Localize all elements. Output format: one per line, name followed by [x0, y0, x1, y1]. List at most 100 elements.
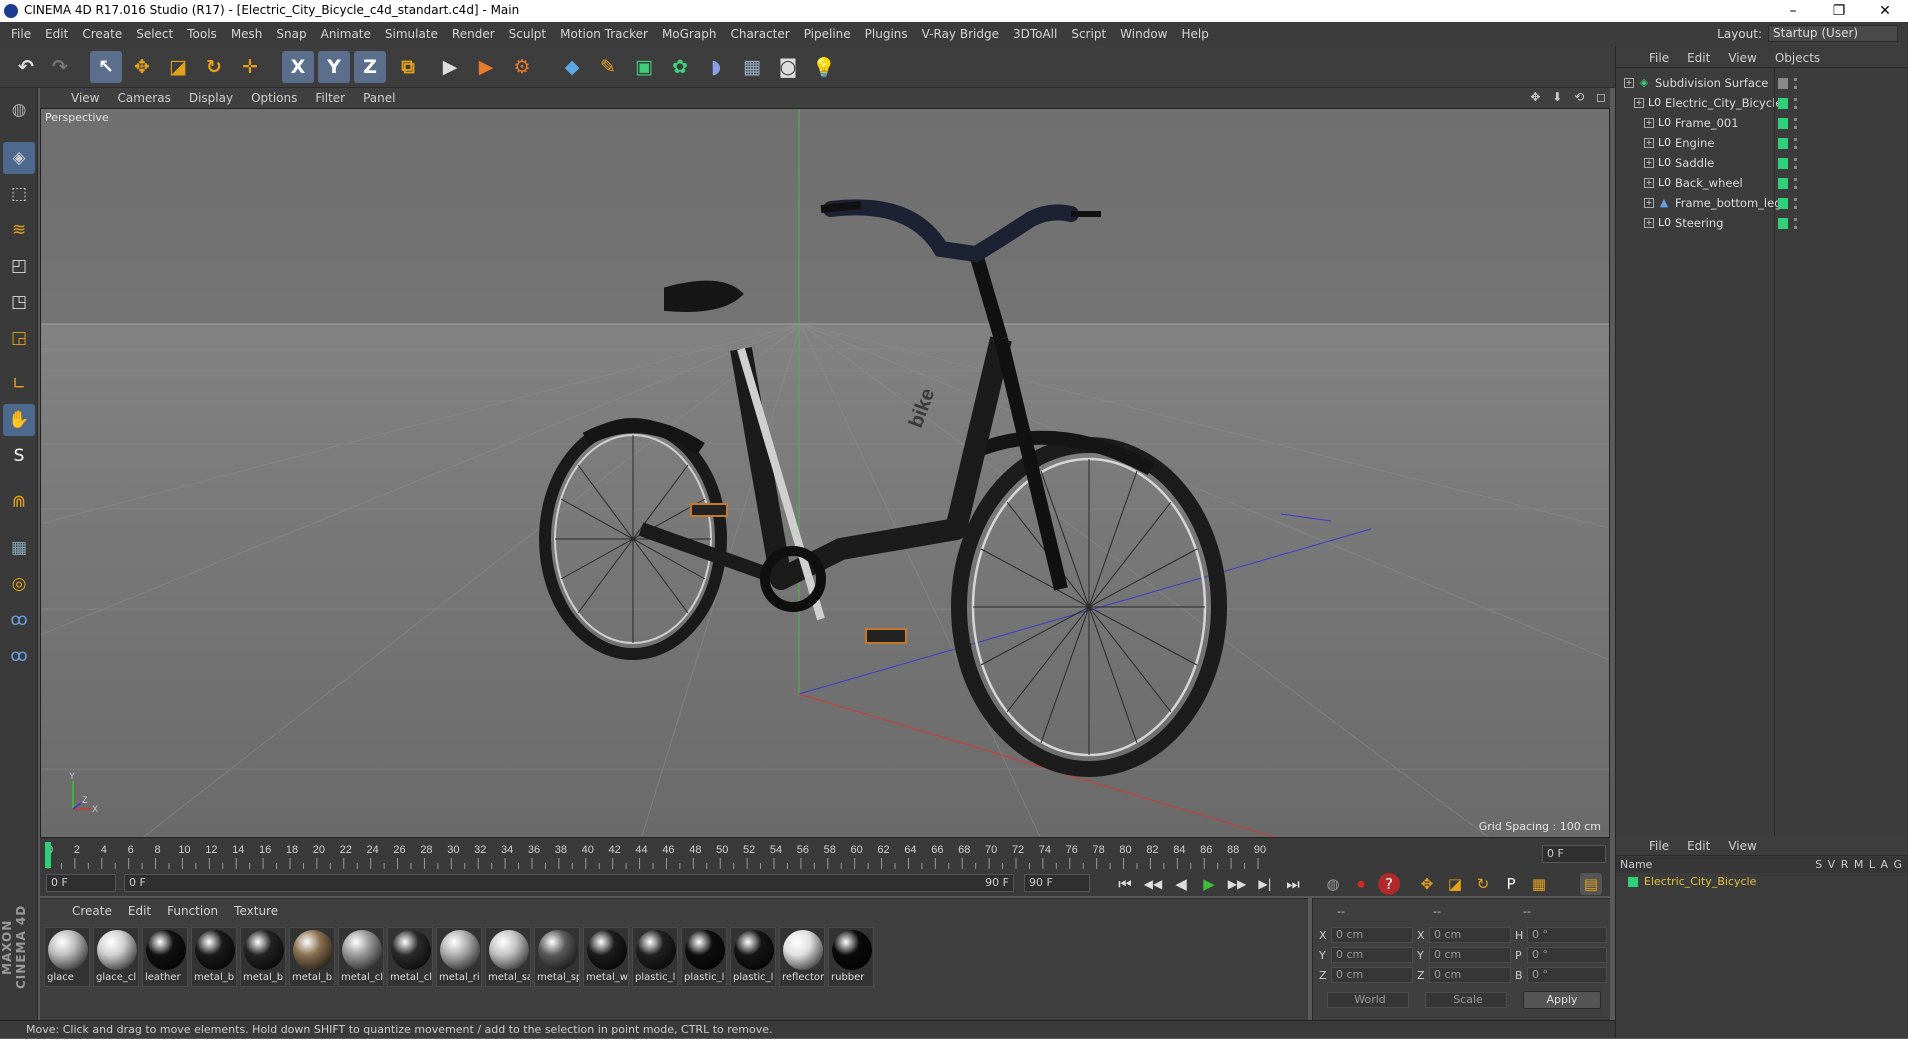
solo-mode-icon[interactable]: S: [3, 440, 35, 472]
select-tool-button[interactable]: ↖: [90, 51, 122, 83]
viewport-menu-view[interactable]: View: [62, 91, 108, 105]
step-forward-button[interactable]: ▶▶: [1226, 873, 1248, 895]
camera-icon[interactable]: ◙: [772, 51, 804, 83]
position-z-field[interactable]: 0 cm: [1331, 967, 1413, 983]
expand-icon[interactable]: +: [1634, 98, 1644, 108]
menu-render[interactable]: Render: [445, 27, 502, 41]
visibility-toggle[interactable]: [1778, 218, 1788, 229]
z-axis-button[interactable]: Z: [354, 51, 386, 83]
expand-icon[interactable]: +: [1644, 118, 1654, 128]
material-swatch[interactable]: plastic_l: [681, 927, 727, 987]
expand-icon[interactable]: +: [1644, 218, 1654, 228]
menu-help[interactable]: Help: [1174, 27, 1215, 41]
cube-icon[interactable]: ◆: [556, 51, 588, 83]
material-swatch[interactable]: metal_ri: [436, 927, 482, 987]
locked-workplane-icon[interactable]: ◎: [3, 568, 35, 600]
key-param-icon[interactable]: P: [1500, 873, 1522, 895]
expand-icon[interactable]: +: [1644, 138, 1654, 148]
close-button[interactable]: ✕: [1862, 0, 1908, 22]
object-tree-item[interactable]: + ▲ Frame_bottom_leg: [1644, 194, 1782, 212]
menu-plugins[interactable]: Plugins: [858, 27, 915, 41]
material-swatch[interactable]: metal_w: [583, 927, 629, 987]
menu-character[interactable]: Character: [723, 27, 796, 41]
key-pla-icon[interactable]: ▦: [1528, 873, 1550, 895]
editor-render-dots[interactable]: [1794, 158, 1797, 169]
keyframe-help-icon[interactable]: ?: [1378, 873, 1400, 895]
timeline-ruler[interactable]: 0246810121416182022242628303234363840424…: [40, 838, 1610, 870]
menu-window[interactable]: Window: [1113, 27, 1174, 41]
object-tree-item[interactable]: + L0 Steering: [1644, 214, 1723, 232]
material-swatch[interactable]: metal_sa: [485, 927, 531, 987]
object-tree-item[interactable]: + ◈ Subdivision Surface: [1624, 74, 1768, 92]
transform-tool-button[interactable]: ✛: [234, 51, 266, 83]
rotate-tool-button[interactable]: ↻: [198, 51, 230, 83]
timeline-layout-icon[interactable]: ▤: [1580, 873, 1602, 895]
menu-motion-tracker[interactable]: Motion Tracker: [553, 27, 655, 41]
render-picture-viewer-button[interactable]: ▶: [470, 51, 502, 83]
key-rotation-icon[interactable]: ↻: [1472, 873, 1494, 895]
menu-script[interactable]: Script: [1064, 27, 1113, 41]
editor-render-dots[interactable]: [1794, 178, 1797, 189]
viewport-menu-panel[interactable]: Panel: [354, 91, 404, 105]
objects-menu-objects[interactable]: Objects: [1766, 51, 1829, 65]
size-y-field[interactable]: 0 cm: [1429, 947, 1511, 963]
material-menu-edit[interactable]: Edit: [120, 901, 159, 921]
goto-end-button[interactable]: ⏭: [1282, 873, 1304, 895]
expand-icon[interactable]: +: [1644, 178, 1654, 188]
menu-edit[interactable]: Edit: [38, 27, 75, 41]
visibility-toggle[interactable]: [1778, 178, 1788, 189]
objects-menu-view[interactable]: View: [1719, 51, 1765, 65]
redo-button[interactable]: ↷: [44, 51, 76, 83]
minimize-button[interactable]: –: [1770, 0, 1816, 22]
mograph-cloner-icon[interactable]: ✿: [664, 51, 696, 83]
material-swatch[interactable]: metal_b: [191, 927, 237, 987]
rotation-b-field[interactable]: 0 °: [1527, 967, 1607, 983]
menu-3dtoall[interactable]: 3DToAll: [1006, 27, 1064, 41]
material-swatch[interactable]: metal_cl: [387, 927, 433, 987]
editor-render-dots[interactable]: [1794, 138, 1797, 149]
size-x-field[interactable]: 0 cm: [1429, 927, 1511, 943]
frame-range-slider[interactable]: 0 F 90 F: [124, 874, 1014, 892]
current-frame-field[interactable]: 0 F: [1542, 845, 1606, 863]
visibility-toggle[interactable]: [1778, 118, 1788, 129]
viewport-menu-filter[interactable]: Filter: [306, 91, 354, 105]
make-editable-icon[interactable]: ◍: [3, 94, 35, 126]
size-z-field[interactable]: 0 cm: [1429, 967, 1511, 983]
layers-menu-view[interactable]: View: [1719, 839, 1765, 853]
floor-icon[interactable]: ▦: [736, 51, 768, 83]
expand-icon[interactable]: +: [1624, 78, 1634, 88]
editor-render-dots[interactable]: [1794, 198, 1797, 209]
y-axis-button[interactable]: Y: [318, 51, 350, 83]
step-back-button[interactable]: ◀: [1170, 873, 1192, 895]
editor-render-dots[interactable]: [1794, 78, 1797, 89]
object-tree-item[interactable]: + L0 Back_wheel: [1644, 174, 1743, 192]
scale-tool-button[interactable]: ◪: [162, 51, 194, 83]
end-frame-field[interactable]: 90 F: [1024, 874, 1090, 892]
menu-simulate[interactable]: Simulate: [378, 27, 445, 41]
editor-render-dots[interactable]: [1794, 218, 1797, 229]
model-mode-icon[interactable]: ◈: [3, 142, 35, 174]
rotation-h-field[interactable]: 0 °: [1527, 927, 1607, 943]
material-swatch[interactable]: leather: [142, 927, 188, 987]
object-tree-item[interactable]: + L0 Frame_001: [1644, 114, 1739, 132]
layout-dropdown[interactable]: Startup (User): [1768, 25, 1898, 42]
object-tree-item[interactable]: + L0 Saddle: [1644, 154, 1714, 172]
material-swatch[interactable]: glace: [44, 927, 90, 987]
expand-icon[interactable]: +: [1644, 158, 1654, 168]
start-frame-field[interactable]: 0 F: [46, 874, 116, 892]
visibility-toggle[interactable]: [1778, 158, 1788, 169]
material-swatch[interactable]: metal_sp: [534, 927, 580, 987]
visibility-toggle[interactable]: [1778, 98, 1788, 109]
tweak-mode-icon[interactable]: ✋: [3, 404, 35, 436]
menu-pipeline[interactable]: Pipeline: [797, 27, 858, 41]
menu-vray-bridge[interactable]: V-Ray Bridge: [915, 27, 1006, 41]
viewport-navigation-icons[interactable]: ✥ ⬇ ⟲ ◻: [1530, 90, 1610, 104]
viewport-menu-options[interactable]: Options: [242, 91, 306, 105]
menu-file[interactable]: File: [4, 27, 38, 41]
render-settings-button[interactable]: ⚙: [506, 51, 538, 83]
layer-row[interactable]: Electric_City_Bicycle: [1616, 874, 1908, 890]
material-swatch[interactable]: rubber: [828, 927, 874, 987]
material-menu-function[interactable]: Function: [159, 901, 226, 921]
material-swatch[interactable]: plastic_l: [632, 927, 678, 987]
axis-mode-icon[interactable]: ∟: [3, 368, 35, 400]
